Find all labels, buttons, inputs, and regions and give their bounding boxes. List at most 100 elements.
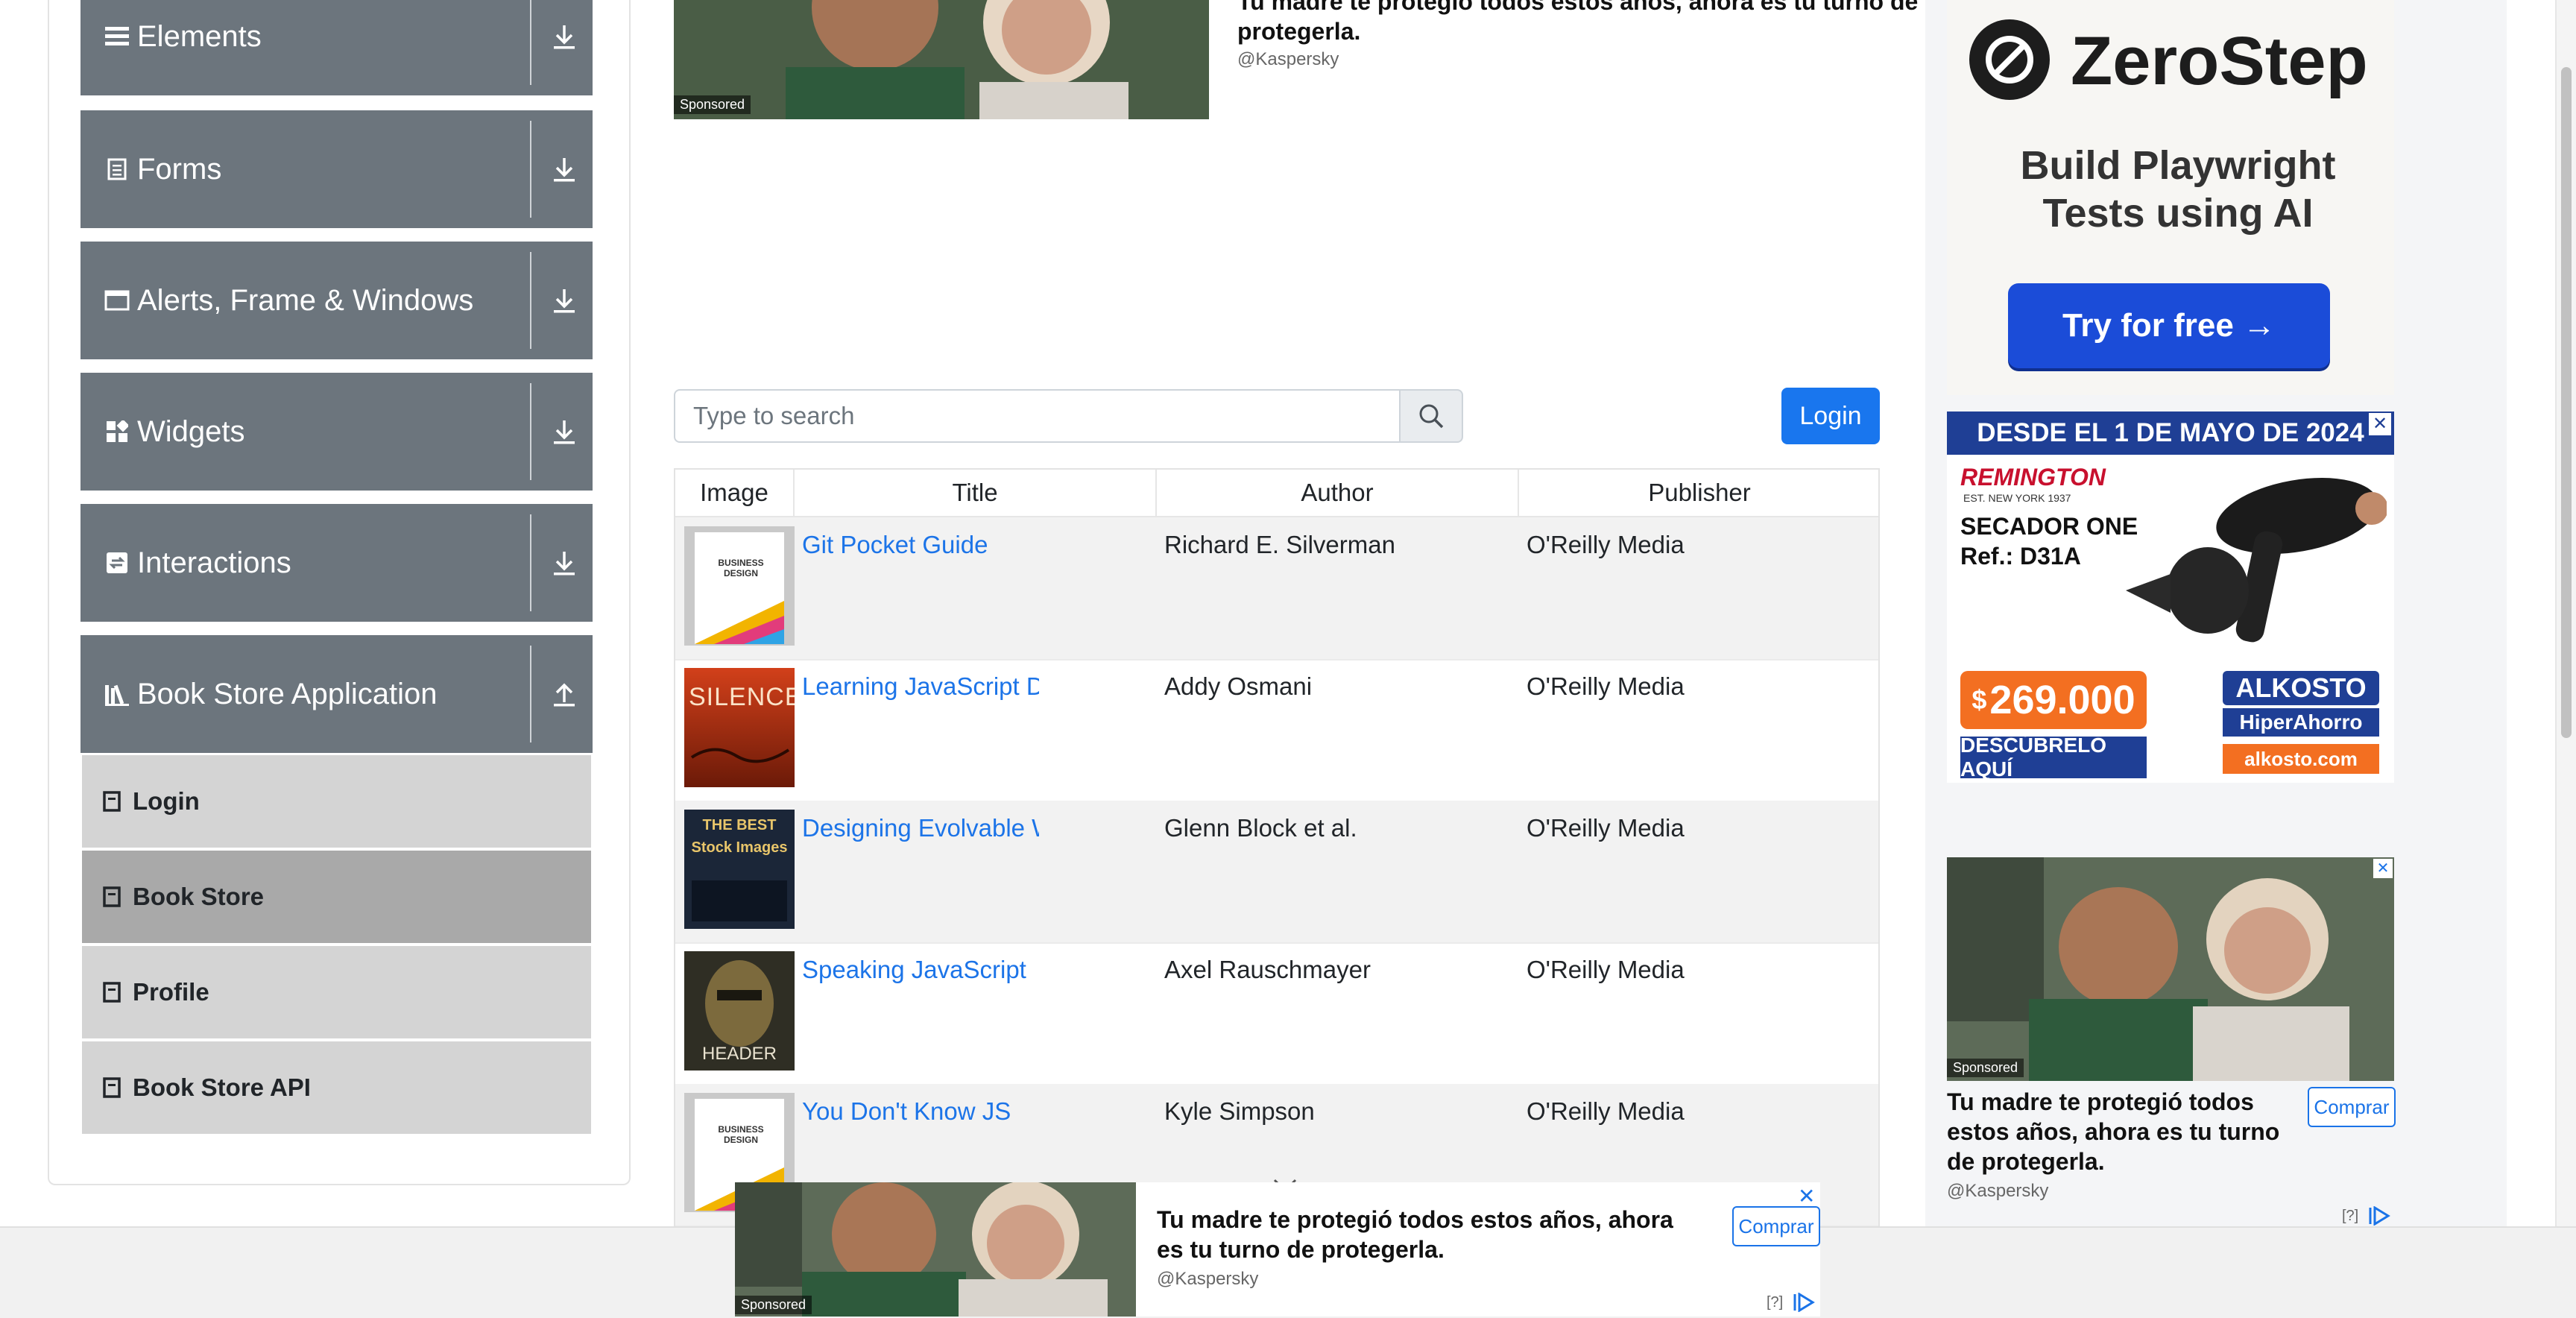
book-title-link[interactable]: Designing Evolvable Web APIs with ASP.NE… bbox=[802, 814, 1039, 842]
sidebar-item-book-store-api[interactable]: Book Store API bbox=[82, 1041, 591, 1134]
alkosto-sub: HiperAhorro bbox=[2223, 708, 2379, 737]
book-title-link[interactable]: Learning JavaScript Design Patterns bbox=[802, 672, 1039, 701]
book-title-link[interactable]: Speaking JavaScript bbox=[802, 956, 1039, 984]
bottom-ad-image[interactable]: Sponsored bbox=[735, 1182, 1136, 1317]
download-arrow-icon bbox=[546, 151, 582, 187]
sidebar-group-label: Widgets bbox=[137, 414, 245, 448]
side-ad-headline[interactable]: Tu madre te protegió todos estos años, a… bbox=[1947, 1087, 2297, 1176]
cover-text: BUSINESS DESIGN bbox=[718, 1124, 764, 1145]
sponsored-label: Sponsored bbox=[735, 1296, 812, 1314]
document-icon bbox=[104, 157, 130, 182]
book-icon bbox=[103, 1076, 122, 1099]
book-cover-image: THE BEST Stock Images bbox=[684, 810, 795, 929]
download-arrow-icon bbox=[546, 19, 582, 54]
price-tag: $ 269.000 bbox=[1960, 671, 2147, 729]
sidebar-group-alerts-frame-windows[interactable]: Alerts, Frame & Windows bbox=[80, 242, 593, 359]
window-icon bbox=[104, 288, 130, 313]
bottom-ad-comprar-button[interactable]: Comprar bbox=[1732, 1206, 1820, 1246]
book-title-link[interactable]: Git Pocket Guide bbox=[802, 531, 1039, 559]
download-arrow-icon bbox=[546, 283, 582, 318]
side-ad-image[interactable]: Sponsored ✕ bbox=[1947, 857, 2394, 1081]
alkosto-banner: DESDE EL 1 DE MAYO DE 2024 bbox=[1947, 412, 2394, 455]
sidebar-item-label: Login bbox=[133, 787, 200, 815]
sidebar-group-forms[interactable]: Forms bbox=[80, 110, 593, 228]
sidebar-group-label: Forms bbox=[137, 152, 222, 186]
books-icon bbox=[104, 681, 130, 707]
table-row: HEADER Speaking JavaScript Axel Rauschma… bbox=[675, 942, 1878, 1085]
divider bbox=[530, 121, 531, 218]
adchoices-icon[interactable] bbox=[1792, 1292, 1816, 1316]
interactions-icon bbox=[104, 550, 130, 576]
book-author: Richard E. Silverman bbox=[1164, 531, 1395, 558]
remington-sub: EST. NEW YORK 1937 bbox=[1963, 492, 2071, 504]
download-arrow-icon bbox=[546, 545, 582, 581]
sidebar-group-label: Interactions bbox=[137, 546, 291, 579]
column-header-title[interactable]: Title bbox=[795, 470, 1157, 516]
alkosto-cta[interactable]: DESCÚBRELO AQUÍ bbox=[1960, 734, 2147, 781]
divider bbox=[530, 514, 531, 611]
book-icon bbox=[103, 981, 122, 1003]
table-row: THE BEST Stock Images Designing Evolvabl… bbox=[675, 801, 1878, 944]
book-author: Addy Osmani bbox=[1164, 672, 1313, 700]
top-ad-headline[interactable]: Tu madre te protegió todos estos años, a… bbox=[1237, 0, 1931, 49]
sidebar-group-book-store-application[interactable]: Book Store Application bbox=[80, 635, 593, 753]
book-author: Axel Rauschmayer bbox=[1164, 956, 1371, 983]
ad-help-link[interactable]: [?] bbox=[2342, 1208, 2358, 1225]
sidebar-group-interactions[interactable]: Interactions bbox=[80, 504, 593, 622]
ad-close-icon[interactable]: ✕ bbox=[2373, 859, 2393, 878]
book-author: Kyle Simpson bbox=[1164, 1097, 1315, 1125]
hamburger-icon bbox=[104, 24, 130, 49]
bottom-ad-panel[interactable]: Tu madre te protegió todos estos años, a… bbox=[1136, 1182, 1820, 1317]
search-input[interactable]: Type to search bbox=[674, 389, 1401, 443]
zerostep-tagline: Build Playwright Tests using AI bbox=[2020, 143, 2336, 236]
sidebar-item-label: Book Store API bbox=[133, 1073, 311, 1101]
sidebar-item-profile[interactable]: Profile bbox=[82, 946, 591, 1038]
side-ad-handle: @Kaspersky bbox=[1947, 1181, 2049, 1201]
price-value: 269.000 bbox=[1989, 678, 2135, 722]
book-publisher: O'Reilly Media bbox=[1527, 814, 1685, 842]
ad-close-icon[interactable]: ✕ bbox=[2369, 413, 2391, 435]
login-button[interactable]: Login bbox=[1781, 388, 1880, 444]
column-header-author[interactable]: Author bbox=[1157, 470, 1519, 516]
sidebar-item-label: Profile bbox=[133, 978, 209, 1006]
zerostep-logo-icon bbox=[1969, 19, 2050, 100]
sidebar-item-label: Book Store bbox=[133, 883, 265, 910]
book-publisher: O'Reilly Media bbox=[1527, 1097, 1685, 1125]
remington-brand: REMINGTON bbox=[1960, 464, 2106, 491]
sidebar-item-book-store[interactable]: Book Store bbox=[82, 851, 591, 943]
book-author: Glenn Block et al. bbox=[1164, 814, 1357, 842]
book-title-link[interactable]: You Don't Know JS bbox=[802, 1097, 1039, 1126]
product-name: SECADOR ONE bbox=[1960, 513, 2138, 540]
alkosto-ad[interactable]: DESDE EL 1 DE MAYO DE 2024 ✕ REMINGTON E… bbox=[1947, 412, 2394, 783]
book-cover-image: HEADER bbox=[684, 951, 795, 1071]
divider bbox=[530, 383, 531, 480]
grid-icon bbox=[104, 419, 130, 444]
cover-text: THE BEST Stock Images bbox=[691, 817, 788, 856]
book-publisher: O'Reilly Media bbox=[1527, 956, 1685, 983]
cover-text: SILENCE bbox=[689, 683, 795, 711]
book-icon bbox=[103, 790, 122, 813]
column-header-image[interactable]: Image bbox=[675, 470, 795, 516]
sidebar-item-login[interactable]: Login bbox=[82, 755, 591, 848]
table-header: Image Title Author Publisher bbox=[675, 470, 1878, 517]
sidebar-group-elements[interactable]: Elements bbox=[80, 0, 593, 95]
side-ad-comprar-button[interactable]: Comprar bbox=[2308, 1087, 2396, 1127]
alkosto-domain: alkosto.com bbox=[2223, 744, 2379, 774]
bottom-ad-headline[interactable]: Tu madre te protegió todos estos años, a… bbox=[1157, 1205, 1679, 1264]
zerostep-cta-button[interactable]: Try for free → bbox=[2008, 283, 2330, 368]
zerostep-ad[interactable]: ZeroStep Build Playwright Tests using AI… bbox=[1947, 0, 2394, 395]
sidebar-group-widgets[interactable]: Widgets bbox=[80, 373, 593, 491]
top-ad-handle: @Kaspersky bbox=[1237, 49, 1339, 69]
column-header-publisher[interactable]: Publisher bbox=[1519, 470, 1878, 516]
scrollbar-thumb[interactable] bbox=[2561, 67, 2572, 738]
sidebar-group-label: Elements bbox=[137, 19, 262, 53]
ad-close-icon[interactable]: ✕ bbox=[1798, 1184, 1815, 1208]
cover-text: HEADER bbox=[701, 1044, 777, 1064]
top-ad-image[interactable]: Sponsored bbox=[674, 0, 1209, 119]
sponsored-label: Sponsored bbox=[674, 95, 751, 114]
search-icon bbox=[1419, 404, 1444, 429]
ad-help-link[interactable]: [?] bbox=[1767, 1294, 1783, 1311]
divider bbox=[530, 0, 531, 85]
search-button[interactable] bbox=[1401, 389, 1463, 443]
alkosto-logo: ALKOSTO bbox=[2223, 671, 2379, 705]
